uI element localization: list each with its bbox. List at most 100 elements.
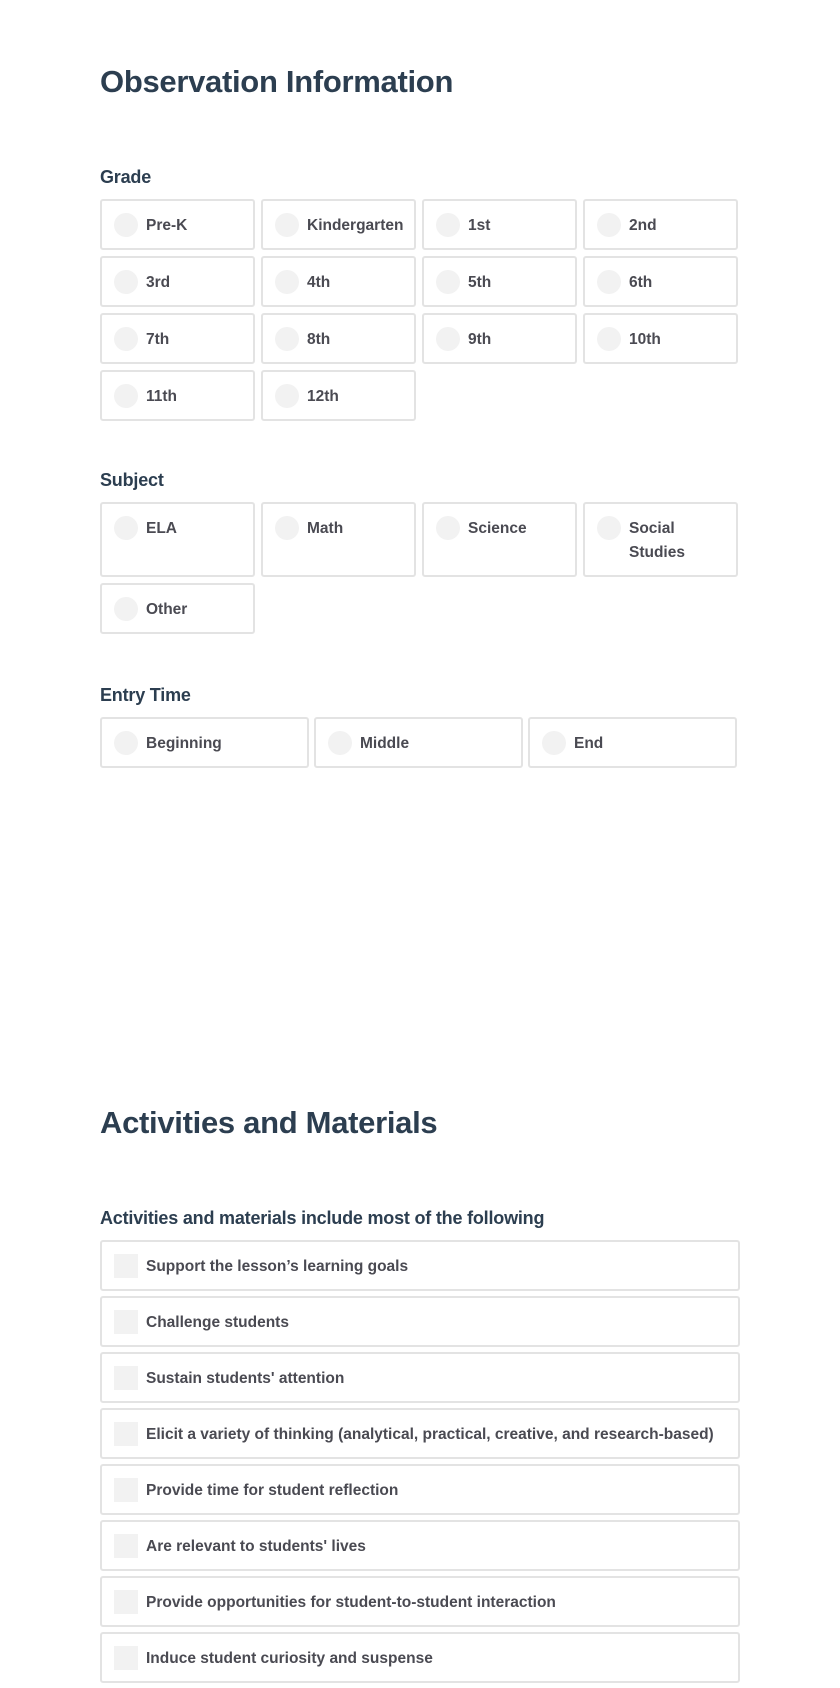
subject-option-social-studies[interactable]: Social Studies (583, 502, 738, 577)
entry-time-option-middle[interactable]: Middle (314, 717, 523, 768)
option-label: 6th (629, 274, 653, 291)
radio-button-icon[interactable] (436, 516, 460, 540)
radio-button-icon[interactable] (114, 516, 138, 540)
grade-option-12th[interactable]: 12th (261, 370, 416, 421)
grade-option-11th[interactable]: 11th (100, 370, 255, 421)
radio-button-icon[interactable] (597, 213, 621, 237)
entry-time-option-beginning[interactable]: Beginning (100, 717, 309, 768)
radio-button-icon[interactable] (114, 213, 138, 237)
option-label: Elicit a variety of thinking (analytical… (146, 1426, 714, 1443)
option-label: 11th (146, 388, 178, 405)
activities-option[interactable]: Support the lesson’s learning goals (100, 1240, 740, 1291)
activities-section: Activities and Materials (100, 1105, 438, 1140)
option-label: Middle (360, 735, 410, 752)
radio-button-icon[interactable] (436, 270, 460, 294)
radio-button-icon[interactable] (275, 213, 299, 237)
grade-radio-group: Pre-K Kindergarten 1st 2nd 3rd 4th 5th 6… (100, 199, 738, 421)
radio-button-icon[interactable] (275, 516, 299, 540)
grade-option-10th[interactable]: 10th (583, 313, 738, 364)
option-label: Math (307, 520, 344, 537)
subject-label: Subject (100, 470, 164, 490)
radio-button-icon[interactable] (114, 597, 138, 621)
option-label: 1st (468, 217, 491, 234)
option-label: 12th (307, 388, 339, 405)
option-label: 8th (307, 331, 331, 348)
entry-time-label: Entry Time (100, 685, 191, 705)
option-label: ELA (146, 520, 177, 537)
option-label: Kindergarten (307, 217, 404, 234)
radio-button-icon[interactable] (597, 327, 621, 351)
checkbox-icon[interactable] (114, 1310, 138, 1334)
grade-option-kindergarten[interactable]: Kindergarten (261, 199, 416, 250)
option-label: 4th (307, 274, 331, 291)
grade-option-4th[interactable]: 4th (261, 256, 416, 307)
option-label: Science (468, 520, 527, 537)
grade-option-3rd[interactable]: 3rd (100, 256, 255, 307)
radio-button-icon[interactable] (114, 270, 138, 294)
option-label: Beginning (146, 735, 222, 752)
checkbox-icon[interactable] (114, 1478, 138, 1502)
option-label: 7th (146, 331, 170, 348)
radio-button-icon[interactable] (542, 731, 566, 755)
option-label: Social Studies (629, 520, 685, 561)
option-label: 10th (629, 331, 661, 348)
activities-question-label: Activities and materials include most of… (100, 1208, 545, 1228)
radio-button-icon[interactable] (597, 516, 621, 540)
option-label: Pre-K (146, 217, 188, 234)
grade-option-7th[interactable]: 7th (100, 313, 255, 364)
checkbox-icon[interactable] (114, 1590, 138, 1614)
grade-option-pre-k[interactable]: Pre-K (100, 199, 255, 250)
page-title-observation: Observation Information (100, 64, 454, 99)
radio-button-icon[interactable] (436, 213, 460, 237)
grade-label: Grade (100, 167, 152, 187)
option-label: Sustain students' attention (146, 1370, 345, 1387)
option-label: 9th (468, 331, 492, 348)
option-label: Challenge students (146, 1314, 289, 1331)
checkbox-icon[interactable] (114, 1422, 138, 1446)
activities-option[interactable]: Provide time for student reflection (100, 1464, 740, 1515)
activities-option[interactable]: Are relevant to students' lives (100, 1520, 740, 1571)
radio-button-icon[interactable] (597, 270, 621, 294)
option-label: Induce student curiosity and suspense (146, 1650, 433, 1667)
option-label: End (574, 735, 604, 752)
subject-radio-group: ELA Math Science Social Studies Other (100, 502, 738, 634)
radio-button-icon[interactable] (114, 384, 138, 408)
checkbox-icon[interactable] (114, 1534, 138, 1558)
activities-option[interactable]: Provide opportunities for student-to-stu… (100, 1576, 740, 1627)
grade-option-2nd[interactable]: 2nd (583, 199, 738, 250)
entry-time-option-end[interactable]: End (528, 717, 737, 768)
radio-button-icon[interactable] (328, 731, 352, 755)
checkbox-icon[interactable] (114, 1646, 138, 1670)
option-label: Are relevant to students' lives (146, 1538, 366, 1555)
option-label: Provide opportunities for student-to-stu… (146, 1594, 556, 1611)
subject-option-math[interactable]: Math (261, 502, 416, 577)
option-label: Provide time for student reflection (146, 1482, 399, 1499)
checkbox-icon[interactable] (114, 1366, 138, 1390)
grade-option-6th[interactable]: 6th (583, 256, 738, 307)
radio-button-icon[interactable] (114, 731, 138, 755)
grade-option-9th[interactable]: 9th (422, 313, 577, 364)
grade-option-5th[interactable]: 5th (422, 256, 577, 307)
option-label: Other (146, 601, 188, 618)
option-label: 3rd (146, 274, 171, 291)
radio-button-icon[interactable] (114, 327, 138, 351)
activities-option[interactable]: Elicit a variety of thinking (analytical… (100, 1408, 740, 1459)
activities-option[interactable]: Sustain students' attention (100, 1352, 740, 1403)
activities-option[interactable]: Challenge students (100, 1296, 740, 1347)
grade-option-8th[interactable]: 8th (261, 313, 416, 364)
radio-button-icon[interactable] (275, 270, 299, 294)
observation-section: Observation Information (100, 66, 453, 97)
checkbox-icon[interactable] (114, 1254, 138, 1278)
subject-option-ela[interactable]: ELA (100, 502, 255, 577)
activities-option[interactable]: Induce student curiosity and suspense (100, 1632, 740, 1683)
subject-option-science[interactable]: Science (422, 502, 577, 577)
option-label: 5th (468, 274, 492, 291)
entry-time-radio-group: Beginning Middle End (100, 717, 737, 768)
grade-option-1st[interactable]: 1st (422, 199, 577, 250)
radio-button-icon[interactable] (436, 327, 460, 351)
option-label: 2nd (629, 217, 657, 234)
subject-option-other[interactable]: Other (100, 583, 255, 634)
page-title-activities: Activities and Materials (100, 1105, 438, 1140)
radio-button-icon[interactable] (275, 384, 299, 408)
radio-button-icon[interactable] (275, 327, 299, 351)
